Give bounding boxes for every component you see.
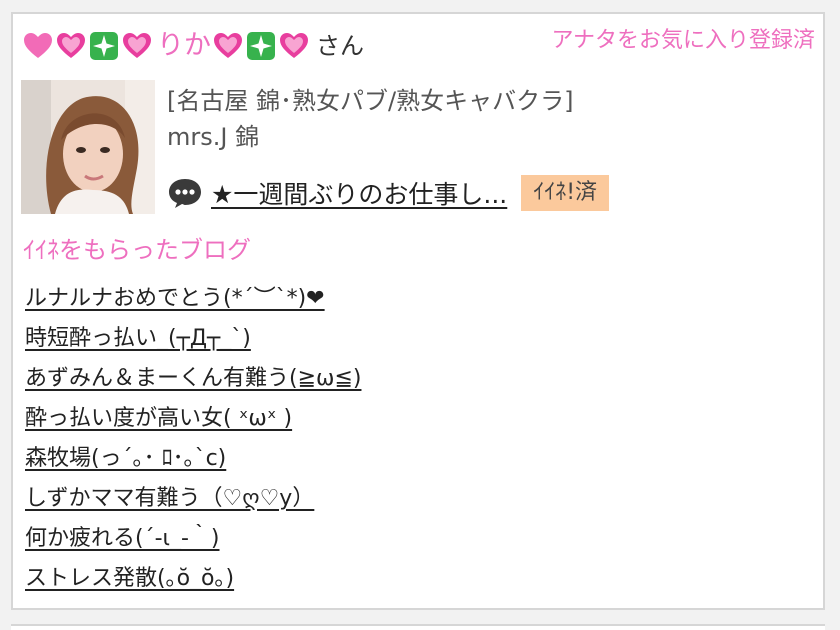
list-item[interactable]: しずかママ有難う（♡ღ♡y）	[25, 482, 361, 522]
sparkle-icon	[89, 31, 119, 61]
sparkling-heart-icon	[56, 31, 86, 61]
blog-link[interactable]: 森牧場(っ´｡･ ﾛ･｡`c)	[25, 446, 226, 471]
blog-link[interactable]: ルナルナおめでとう(*´︶`*)❤	[25, 286, 325, 311]
sparkling-heart-icon	[279, 31, 309, 61]
next-card-edge	[11, 624, 825, 630]
sparkle-icon	[246, 31, 276, 61]
blog-link[interactable]: 酔っ払い度が高い女( ˣωˣ )	[25, 406, 292, 431]
speech-bubble-icon	[169, 179, 201, 208]
liked-blogs-heading: ｲｲﾈをもらったブログ	[23, 236, 251, 264]
blog-link[interactable]: 何か疲れる(´-ι_-｀)	[25, 526, 220, 551]
list-item[interactable]: 酔っ払い度が高い女( ˣωˣ )	[25, 402, 361, 442]
user-card: りか さん アナタをお気に入り登録済 [名古屋 錦･熟女パブ/熟女キャバクラ] …	[11, 12, 825, 610]
list-item[interactable]: あずみん＆まーくん有難う(≧ω≦)	[25, 362, 361, 402]
iine-done-badge: ｲｲﾈ!済	[521, 175, 610, 211]
sparkling-heart-icon	[213, 31, 243, 61]
blog-link[interactable]: あずみん＆まーくん有難う(≧ω≦)	[25, 366, 361, 391]
blog-link[interactable]: しずかママ有難う（♡ღ♡y）	[25, 486, 314, 511]
blog-link[interactable]: ストレス発散(｡ŏ_ŏ｡)	[25, 566, 234, 591]
user-name[interactable]: りか	[157, 29, 211, 63]
list-item[interactable]: ルナルナおめでとう(*´︶`*)❤	[25, 282, 361, 322]
list-item[interactable]: 時短酔っ払い_(┬Д┬_`)	[25, 322, 361, 362]
list-item[interactable]: 何か疲れる(´-ι_-｀)	[25, 522, 361, 562]
sparkling-heart-icon	[122, 31, 152, 61]
list-item[interactable]: ストレス発散(｡ŏ_ŏ｡)	[25, 562, 361, 602]
user-header: りか さん	[23, 26, 364, 66]
favorite-status: アナタをお気に入り登録済	[551, 28, 815, 53]
pink-heart-icon	[23, 31, 53, 61]
avatar[interactable]	[21, 80, 155, 214]
liked-blogs-list: ルナルナおめでとう(*´︶`*)❤ 時短酔っ払い_(┬Д┬_`) あずみん＆まー…	[25, 282, 361, 602]
latest-blog-row: ★一週間ぶりのお仕事し... ｲｲﾈ!済	[167, 172, 610, 214]
blog-link[interactable]: 時短酔っ払い_(┬Д┬_`)	[25, 326, 251, 351]
shop-name[interactable]: mrs.J 錦	[167, 122, 259, 152]
latest-blog-link[interactable]: ★一週間ぶりのお仕事し...	[211, 175, 507, 211]
shop-category: [名古屋 錦･熟女パブ/熟女キャバクラ]	[167, 87, 574, 115]
list-item[interactable]: 森牧場(っ´｡･ ﾛ･｡`c)	[25, 442, 361, 482]
honorific: さん	[316, 32, 364, 60]
